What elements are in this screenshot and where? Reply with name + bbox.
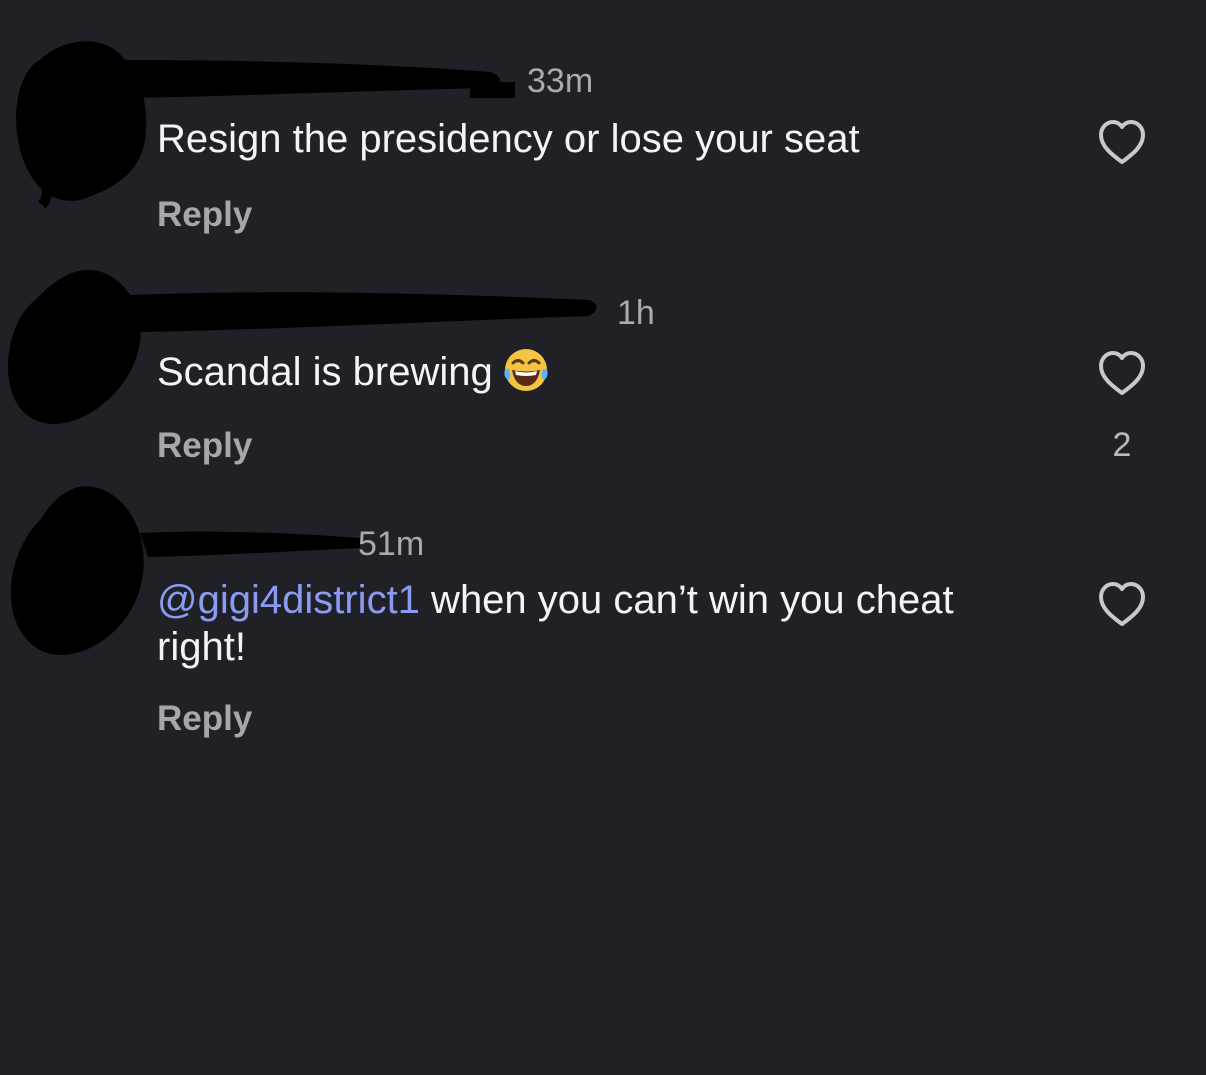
comment-timestamp: 51m <box>358 525 425 563</box>
mention-link[interactable]: @gigi4district1 <box>157 578 420 622</box>
heart-icon[interactable] <box>1095 579 1149 629</box>
comment-text: @gigi4district1 when you can’t win you c… <box>157 577 1047 671</box>
comment-item: 51m @gigi4district1 when you can’t win y… <box>0 0 1206 760</box>
reply-button[interactable]: Reply <box>157 701 252 736</box>
